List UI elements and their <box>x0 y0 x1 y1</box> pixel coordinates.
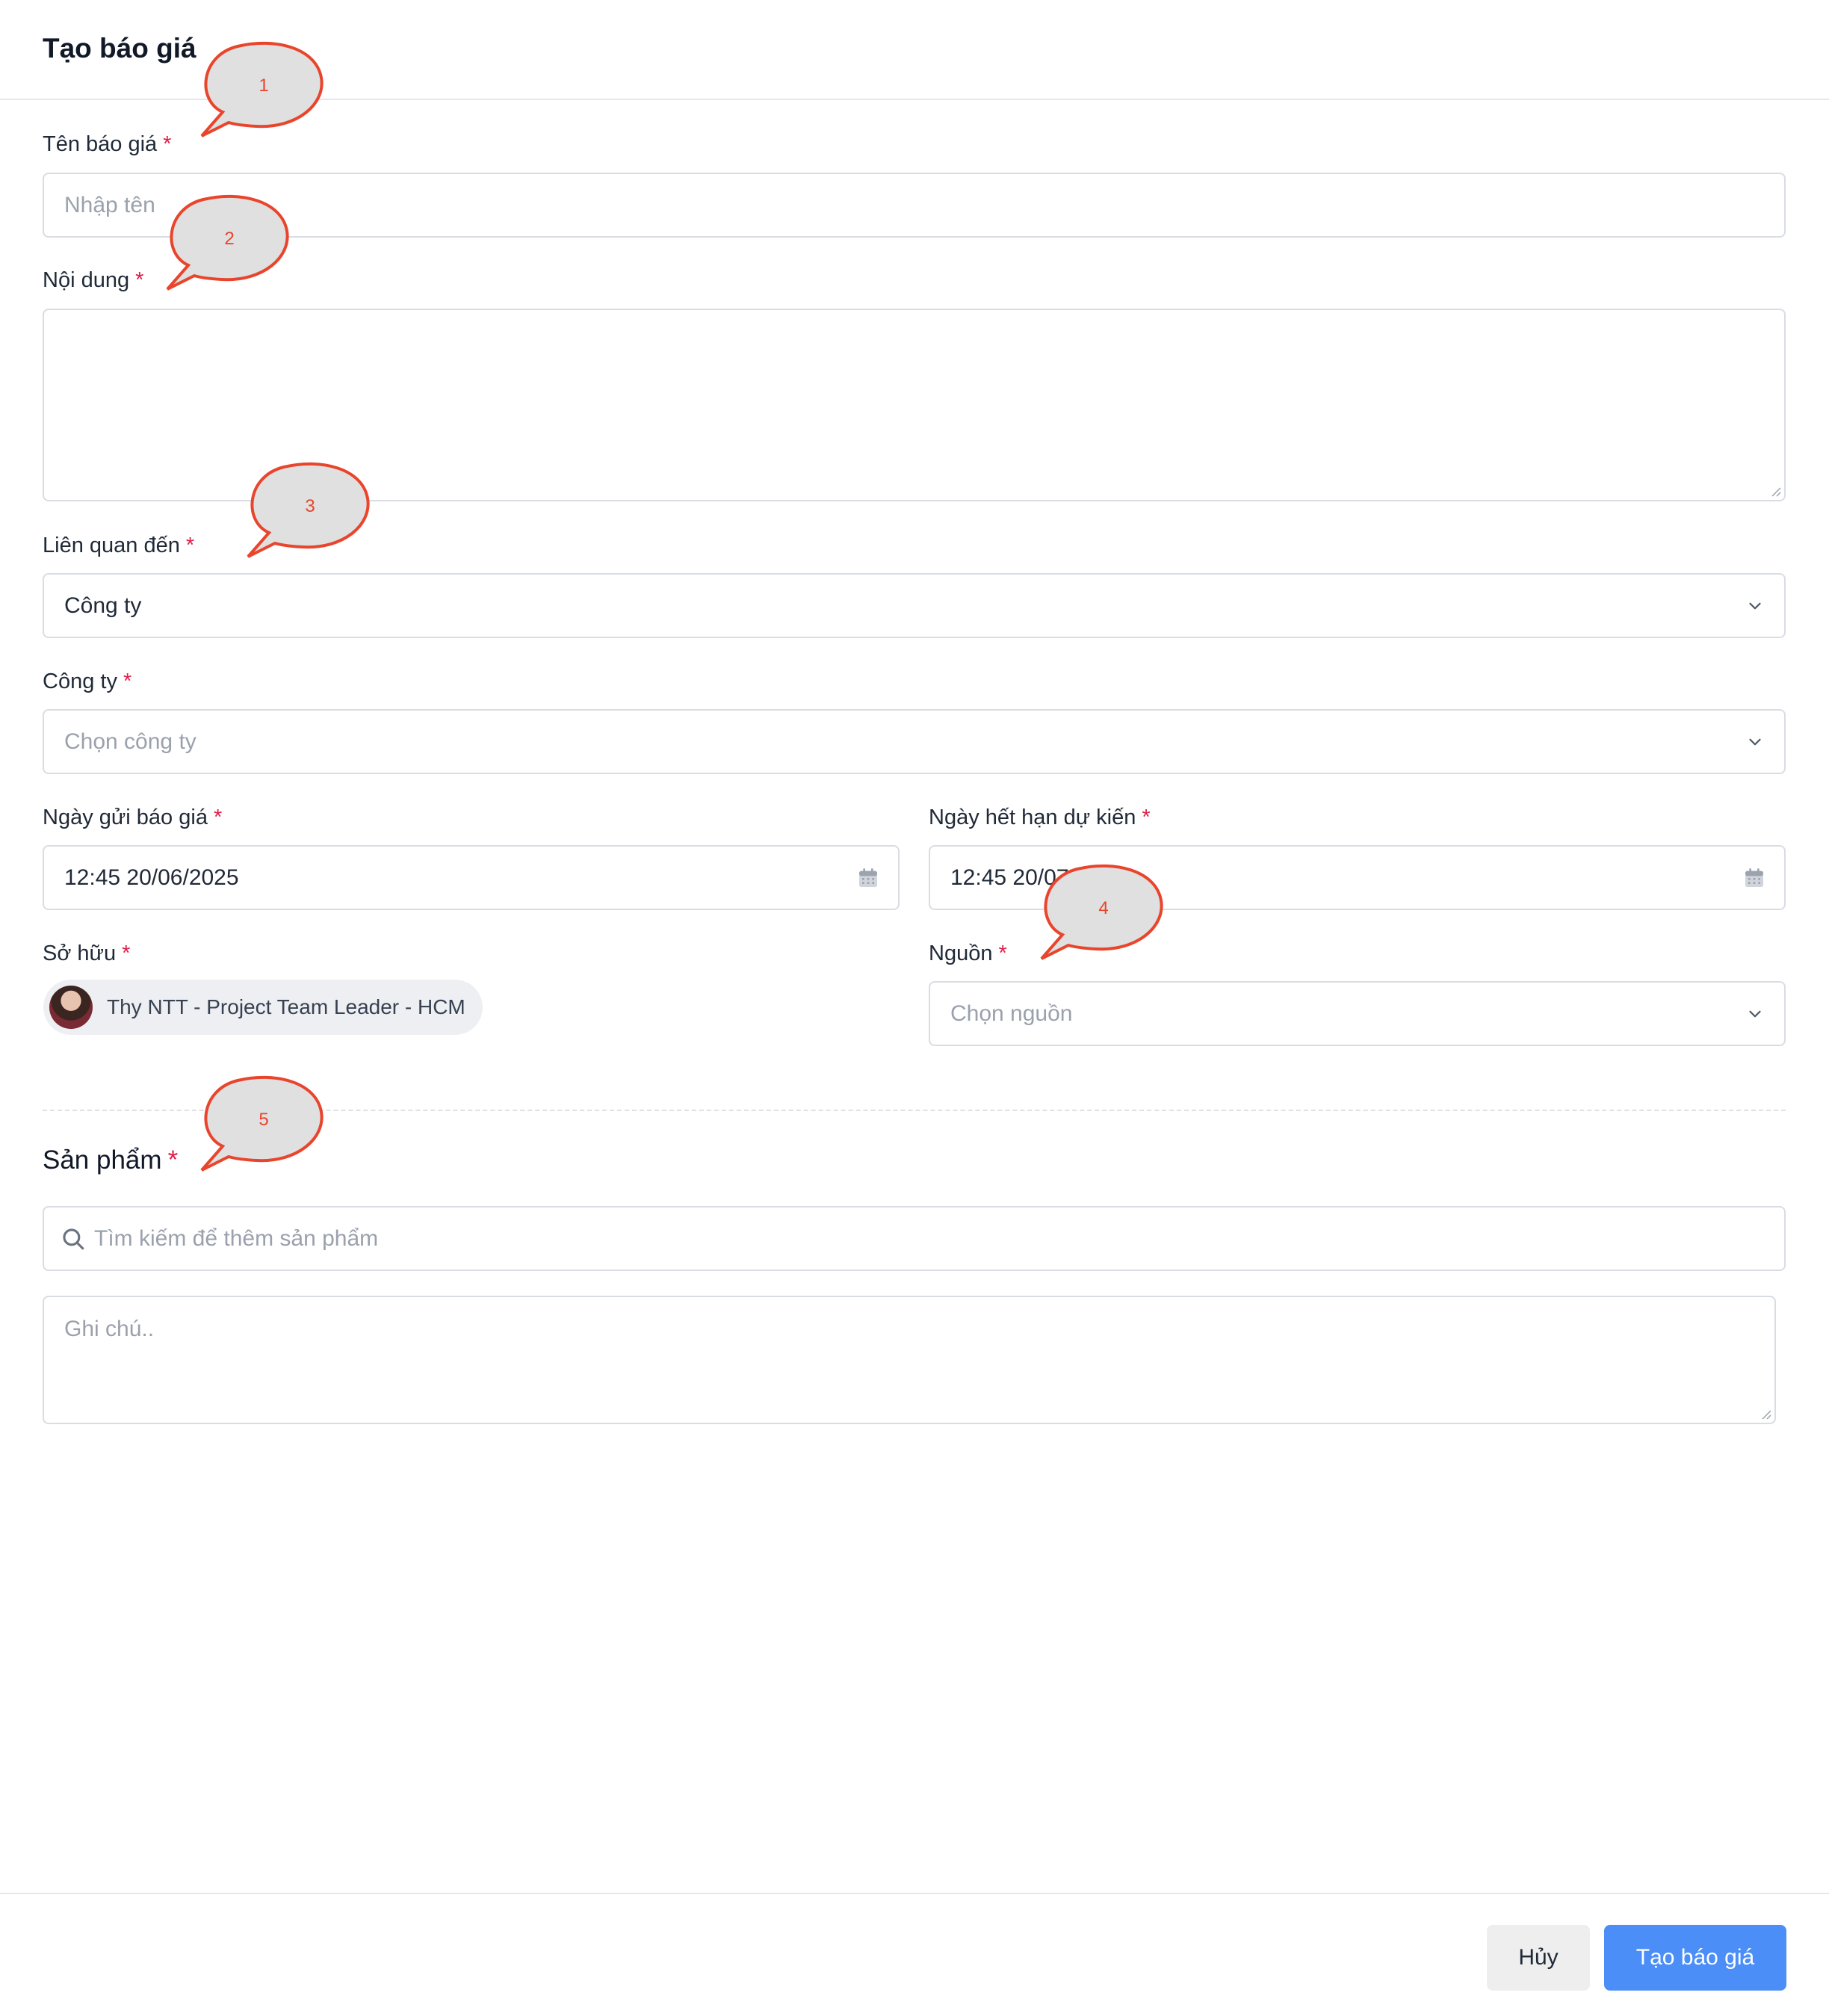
expiry-date-label-text: Ngày hết hạn dự kiến <box>929 806 1136 829</box>
annotation-number-3: 3 <box>305 496 315 516</box>
chevron-down-icon <box>1749 1010 1761 1017</box>
company-select[interactable]: Chọn công ty <box>43 709 1786 774</box>
note-textarea[interactable]: Ghi chú.. <box>43 1296 1776 1424</box>
owner-label-text: Sở hữu <box>43 941 117 965</box>
send-date-label-text: Ngày gửi báo giá <box>43 806 208 829</box>
required-mark: * <box>1142 806 1151 829</box>
chevron-down-icon <box>1749 602 1761 609</box>
company-label-text: Công ty <box>43 670 117 693</box>
content-label: Nội dung * <box>43 268 143 293</box>
avatar <box>49 986 93 1029</box>
search-icon <box>63 1228 84 1249</box>
name-input[interactable]: Nhập tên <box>43 173 1786 238</box>
annotation-number-5: 5 <box>259 1110 269 1130</box>
send-date-value: 12:45 20/06/2025 <box>64 865 239 890</box>
company-label: Công ty * <box>43 670 131 694</box>
name-label-text: Tên báo giá <box>43 132 158 156</box>
related-label: Liên quan đến * <box>43 534 194 558</box>
source-label: Nguồn * <box>929 941 1007 966</box>
source-label-text: Nguồn <box>929 941 993 965</box>
required-mark: * <box>122 941 131 965</box>
related-select-value: Công ty <box>64 593 142 618</box>
required-mark: * <box>998 941 1007 965</box>
product-search-input[interactable]: Tìm kiếm để thêm sản phẩm <box>43 1206 1786 1271</box>
resize-handle-icon[interactable] <box>1769 485 1781 497</box>
calendar-icon[interactable] <box>1742 866 1766 890</box>
expiry-date-label: Ngày hết hạn dự kiến * <box>929 806 1151 830</box>
required-mark: * <box>213 806 223 829</box>
required-mark: * <box>135 268 144 292</box>
required-mark: * <box>163 132 172 156</box>
source-select[interactable]: Chọn nguồn <box>929 981 1786 1046</box>
company-select-placeholder: Chọn công ty <box>64 729 196 754</box>
page-title: Tạo báo giá <box>43 33 196 64</box>
calendar-icon[interactable] <box>856 866 880 890</box>
cancel-button[interactable]: Hủy <box>1487 1925 1590 1991</box>
create-quote-button[interactable]: Tạo báo giá <box>1604 1925 1786 1991</box>
owner-name: Thy NTT - Project Team Leader - HCM <box>107 995 465 1018</box>
products-title: Sản phẩm * <box>43 1145 178 1175</box>
annotation-number-1: 1 <box>259 75 269 96</box>
annotation-number-2: 2 <box>224 229 235 249</box>
name-label: Tên báo giá * <box>43 132 171 157</box>
content-label-text: Nội dung <box>43 268 130 292</box>
owner-chip[interactable]: Thy NTT - Project Team Leader - HCM <box>43 980 483 1035</box>
related-select[interactable]: Công ty <box>43 573 1786 638</box>
resize-handle-icon[interactable] <box>1760 1408 1771 1420</box>
required-mark: * <box>167 1145 179 1175</box>
products-title-text: Sản phẩm <box>43 1145 162 1175</box>
note-placeholder: Ghi chú.. <box>64 1317 155 1341</box>
chevron-down-icon <box>1749 738 1761 745</box>
name-input-placeholder: Nhập tên <box>64 192 155 217</box>
owner-label: Sở hữu * <box>43 941 130 966</box>
required-mark: * <box>123 670 132 693</box>
required-mark: * <box>185 534 195 557</box>
source-select-placeholder: Chọn nguồn <box>950 1001 1073 1026</box>
send-date-input[interactable]: 12:45 20/06/2025 <box>43 845 900 910</box>
related-label-text: Liên quan đến <box>43 534 180 557</box>
annotation-number-4: 4 <box>1098 898 1109 918</box>
send-date-label: Ngày gửi báo giá * <box>43 806 222 830</box>
product-search-placeholder: Tìm kiếm để thêm sản phẩm <box>94 1225 379 1251</box>
